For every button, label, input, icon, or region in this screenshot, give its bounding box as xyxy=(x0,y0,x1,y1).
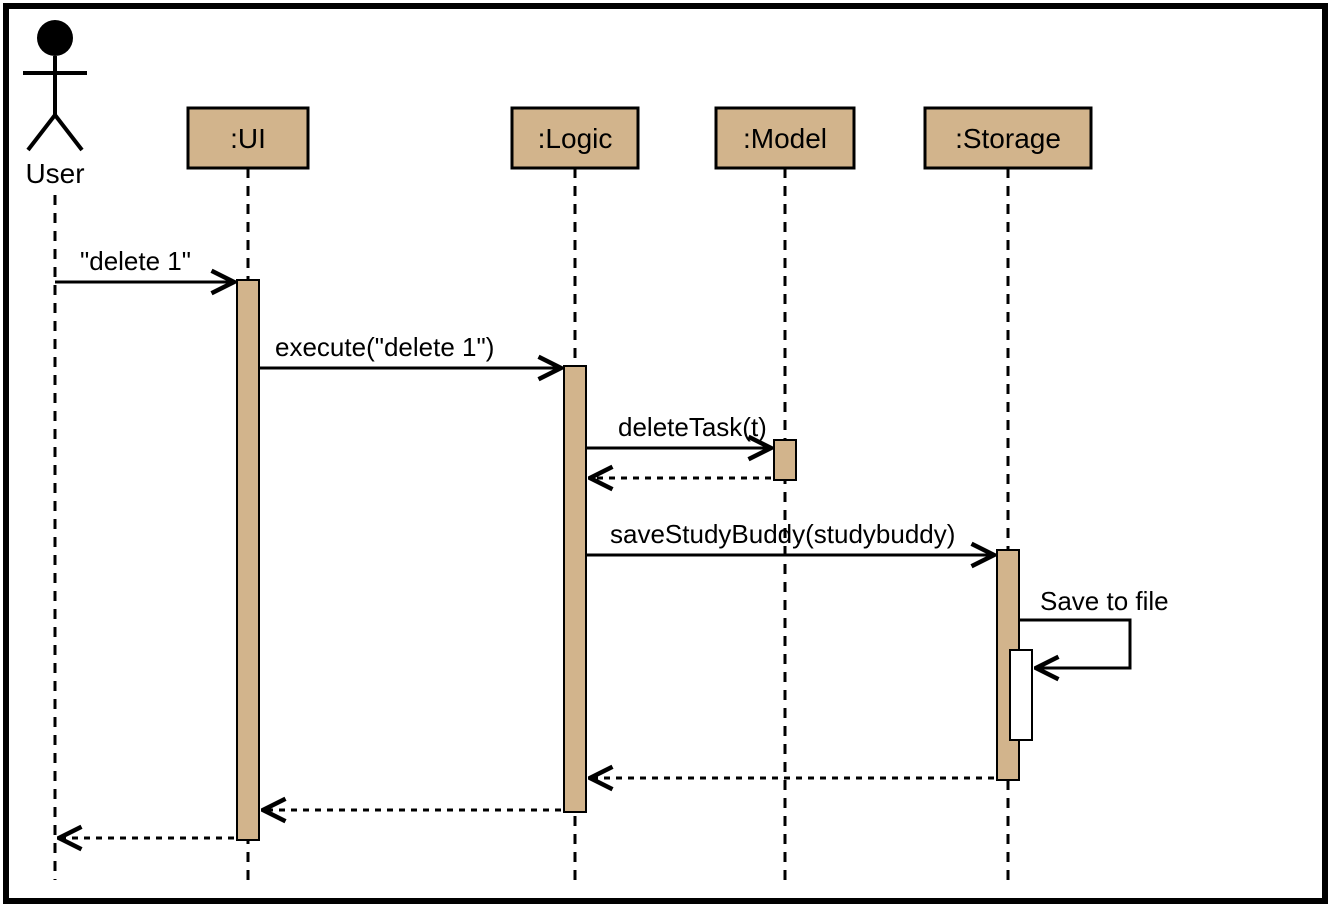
msg-delete-1-label: "delete 1" xyxy=(80,246,191,276)
lifeline-logic-label: :Logic xyxy=(538,123,613,154)
actor-label: User xyxy=(25,158,84,189)
activation-model xyxy=(774,440,796,480)
activation-logic xyxy=(564,366,586,812)
msg-execute-label: execute("delete 1") xyxy=(275,332,494,362)
activation-ui xyxy=(237,280,259,840)
lifeline-model-label: :Model xyxy=(743,123,827,154)
lifeline-storage-label: :Storage xyxy=(955,123,1061,154)
activation-storage-self xyxy=(1010,650,1032,740)
sequence-diagram: User :UI :Logic :Model :Storage xyxy=(0,0,1341,909)
msg-savestudybuddy-label: saveStudyBuddy(studybuddy) xyxy=(610,519,955,549)
msg-deletetask-label: deleteTask(t) xyxy=(618,412,767,442)
msg-savetofile-label: Save to file xyxy=(1040,586,1169,616)
lifeline-ui-label: :UI xyxy=(230,123,266,154)
